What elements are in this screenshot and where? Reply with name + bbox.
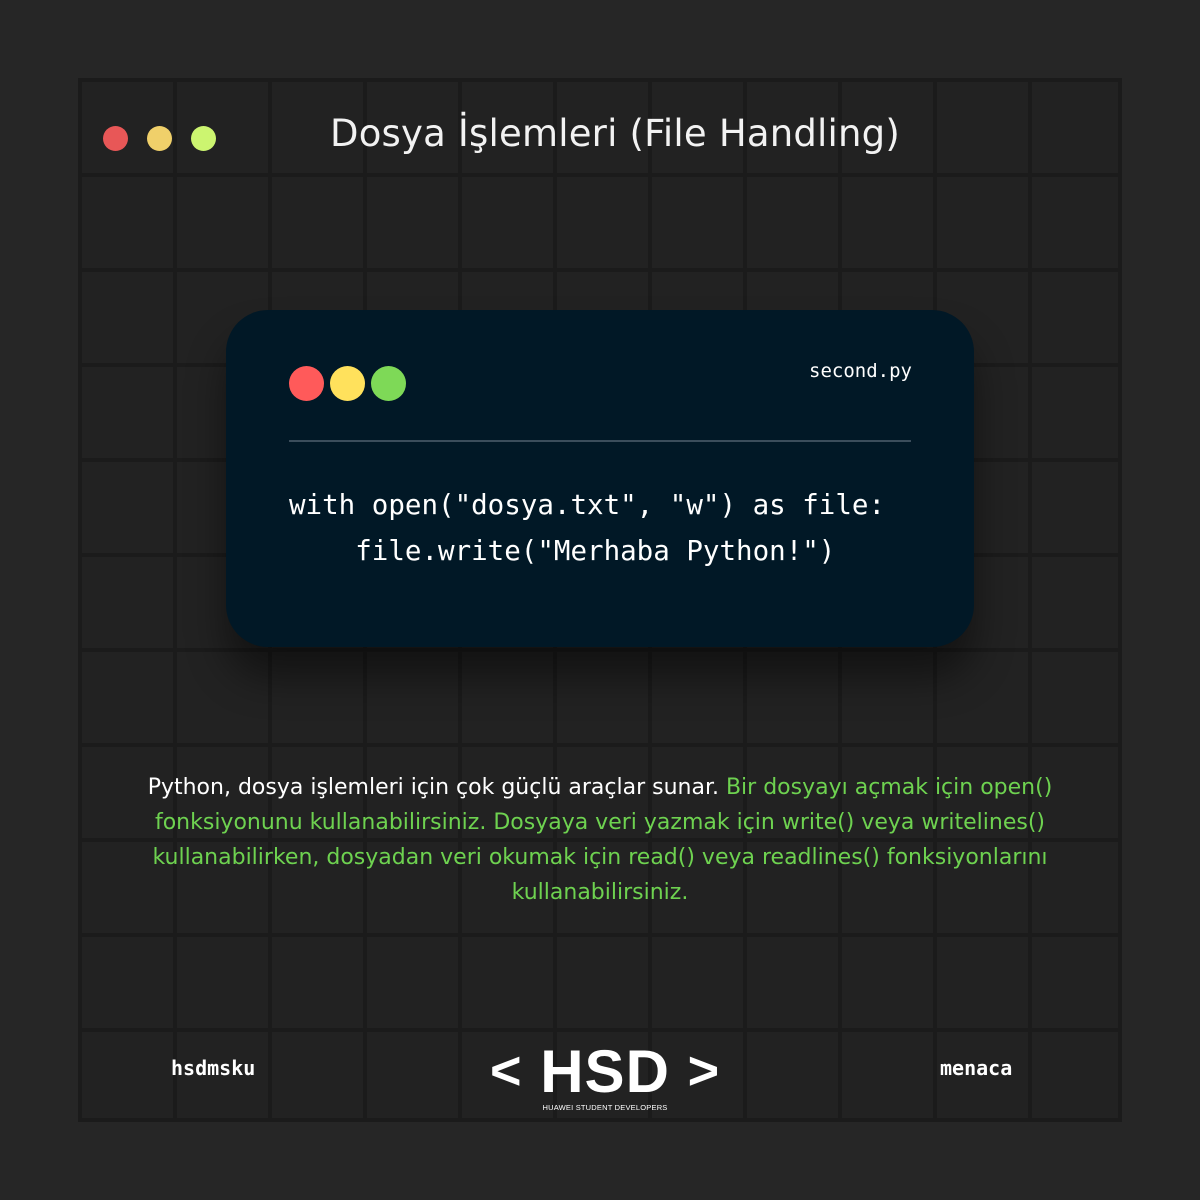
code-close-dot-icon[interactable] bbox=[289, 366, 324, 401]
code-block: with open("dosya.txt", "w") as file: fil… bbox=[289, 482, 885, 574]
minimize-dot-icon[interactable] bbox=[147, 126, 172, 151]
logo-text: HSD bbox=[540, 1038, 670, 1105]
code-filename: second.py bbox=[809, 360, 912, 382]
right-handle: menaca bbox=[940, 1056, 1013, 1080]
hsd-logo-mark: < HSD > bbox=[490, 1040, 720, 1103]
code-window: second.py with open("dosya.txt", "w") as… bbox=[226, 310, 974, 647]
window-controls bbox=[103, 126, 216, 151]
code-divider bbox=[289, 440, 911, 442]
page-title: Dosya İşlemleri (File Handling) bbox=[330, 112, 900, 155]
code-line: file.write("Merhaba Python!") bbox=[289, 535, 836, 567]
logo-left-bracket: < bbox=[490, 1041, 523, 1101]
left-handle: hsdmsku bbox=[171, 1056, 256, 1080]
code-window-controls bbox=[289, 366, 406, 401]
code-minimize-dot-icon[interactable] bbox=[330, 366, 365, 401]
logo-right-bracket: > bbox=[687, 1041, 721, 1101]
close-dot-icon[interactable] bbox=[103, 126, 128, 151]
code-line: with open("dosya.txt", "w") as file: bbox=[289, 489, 886, 521]
description-plain: Python, dosya işlemleri için çok güçlü a… bbox=[147, 775, 719, 800]
hsd-logo: < HSD > HUAWEI STUDENT DEVELOPERS bbox=[490, 1040, 720, 1120]
maximize-dot-icon[interactable] bbox=[191, 126, 216, 151]
code-maximize-dot-icon[interactable] bbox=[371, 366, 406, 401]
description-text: Python, dosya işlemleri için çok güçlü a… bbox=[100, 770, 1100, 910]
